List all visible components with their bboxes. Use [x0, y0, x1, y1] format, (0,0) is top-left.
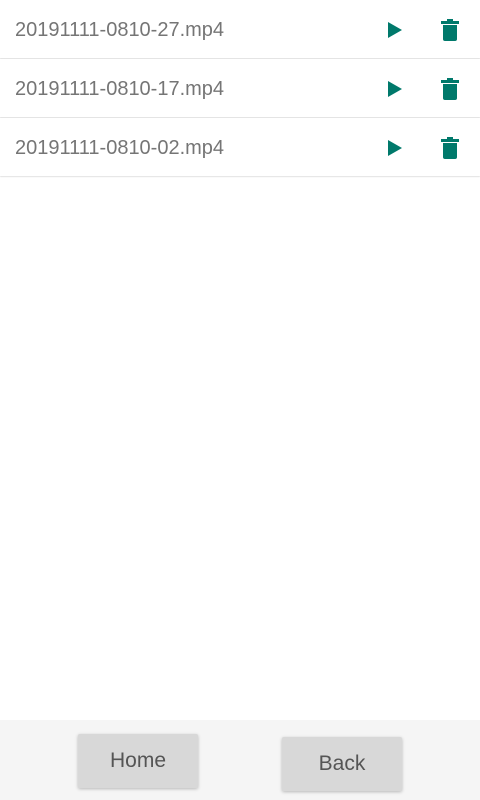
play-icon — [388, 22, 402, 38]
play-button[interactable] — [382, 76, 408, 102]
play-button[interactable] — [382, 135, 408, 161]
file-name: 20191111-0810-17.mp4 — [15, 78, 225, 100]
bottom-bar: Home Back — [0, 720, 480, 800]
home-button[interactable]: Home — [78, 734, 198, 788]
play-button[interactable] — [382, 17, 408, 43]
list-item: 20191111-0810-02.mp4 — [0, 118, 480, 176]
file-list: 20191111-0810-27.mp4 20191111-0810-17.mp… — [0, 0, 480, 177]
delete-button[interactable] — [436, 135, 464, 161]
file-name: 20191111-0810-27.mp4 — [15, 19, 225, 41]
play-icon — [388, 140, 402, 156]
delete-button[interactable] — [436, 76, 464, 102]
list-item: 20191111-0810-17.mp4 — [0, 59, 480, 117]
back-button[interactable]: Back — [282, 737, 402, 791]
trash-icon — [441, 137, 459, 159]
list-item: 20191111-0810-27.mp4 — [0, 0, 480, 58]
play-icon — [388, 81, 402, 97]
trash-icon — [441, 19, 459, 41]
file-name: 20191111-0810-02.mp4 — [15, 137, 225, 159]
trash-icon — [441, 78, 459, 100]
delete-button[interactable] — [436, 17, 464, 43]
